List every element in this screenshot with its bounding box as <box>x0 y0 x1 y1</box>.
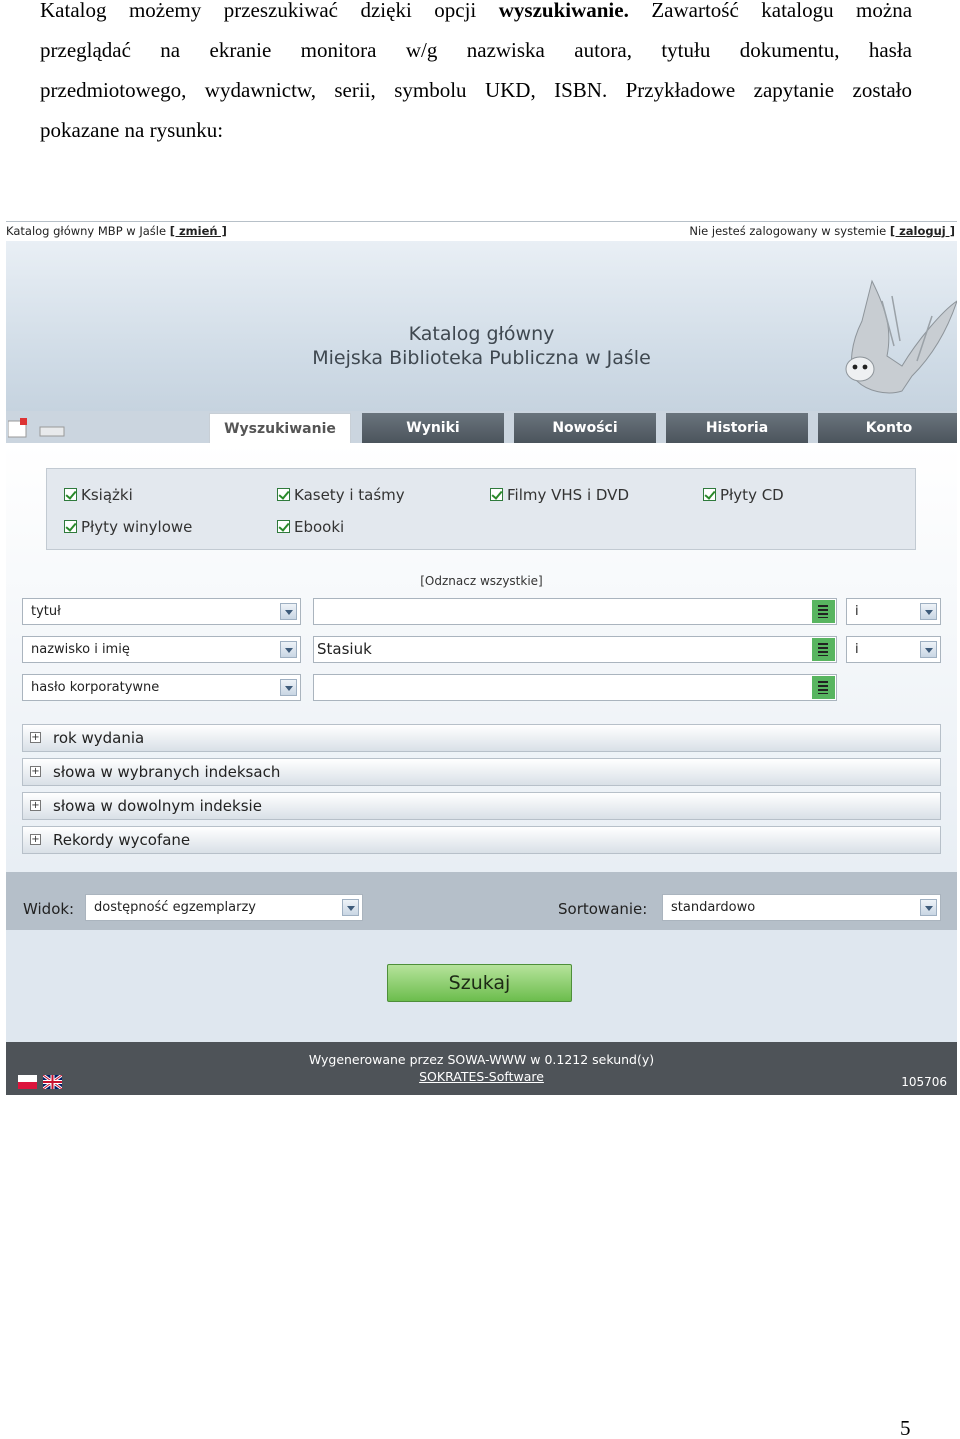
view-sort-bar: Widok: dostępność egzemplarzy Sortowanie… <box>6 872 957 930</box>
checkbox-filmy[interactable]: Filmy VHS i DVD <box>490 486 629 504</box>
field-select-1[interactable]: tytuł <box>22 598 301 625</box>
plus-icon: + <box>30 766 41 777</box>
tab-wyszukiwanie[interactable]: Wyszukiwanie <box>209 413 351 443</box>
document-types: Książki Kasety i taśmy Filmy VHS i DVD P… <box>46 468 916 550</box>
banner: Katalog główny Miejska Biblioteka Public… <box>6 241 957 411</box>
checkbox-ebooki[interactable]: Ebooki <box>277 518 344 536</box>
search-panel: Książki Kasety i taśmy Filmy VHS i DVD P… <box>6 443 957 873</box>
search-input-3[interactable] <box>313 674 837 701</box>
keyboard-icon <box>812 600 835 623</box>
bold-term: wyszukiwanie. <box>498 0 629 22</box>
change-link[interactable]: [ zmień ] <box>170 224 227 238</box>
chevron-down-icon <box>920 641 937 658</box>
login-status: Nie jesteś zalogowany w systemie [ zalog… <box>689 224 955 238</box>
login-link[interactable]: [ zaloguj ] <box>890 224 955 238</box>
chevron-down-icon <box>280 679 297 696</box>
checkbox-plyty-cd[interactable]: Płyty CD <box>703 486 784 504</box>
catalog-name: Katalog główny MBP w Jaśle [ zmień ] <box>6 224 227 238</box>
catalog-screenshot: Katalog główny MBP w Jaśle [ zmień ] Nie… <box>6 221 957 1095</box>
checkbox-icon <box>277 488 290 501</box>
chevron-down-icon <box>920 899 937 916</box>
plus-icon: + <box>30 732 41 743</box>
search-input-2[interactable]: Stasiuk <box>313 636 837 663</box>
toolbar-icons <box>8 418 65 438</box>
expander-rok-wydania[interactable]: + rok wydania <box>22 724 941 752</box>
page-number: 5 <box>900 1416 911 1439</box>
expander-slowa-dowolne[interactable]: + słowa w dowolnym indeksie <box>22 792 941 820</box>
chevron-down-icon <box>280 603 297 620</box>
checkbox-ksiazki[interactable]: Książki <box>64 486 133 504</box>
paragraph-line-2: przeglądać na ekranie monitora w/g nazwi… <box>40 38 912 62</box>
checkbox-plyty-winylowe[interactable]: Płyty winylowe <box>64 518 192 536</box>
tab-bar: Wyszukiwanie Wyniki Nowości Historia Kon… <box>6 411 957 443</box>
keyboard-icon <box>39 426 65 437</box>
top-bar: Katalog główny MBP w Jaśle [ zmień ] Nie… <box>6 221 957 241</box>
intro-paragraph: Katalog możemy przeszukiwać dzięki opcji… <box>40 0 912 150</box>
generated-info: Wygenerowane przez SOWA-WWW w 0.1212 sek… <box>308 1052 655 1067</box>
view-label: Widok: <box>23 900 75 918</box>
keyboard-icon <box>812 638 835 661</box>
banner-subtitle: Miejska Biblioteka Publiczna w Jaśle <box>312 347 651 369</box>
checkbox-icon <box>277 520 290 533</box>
view-select[interactable]: dostępność egzemplarzy <box>85 894 363 921</box>
checkbox-icon <box>64 520 77 533</box>
field-select-3[interactable]: hasło korporatywne <box>22 674 301 701</box>
operator-select-1[interactable]: i <box>846 598 941 625</box>
banner-title: Katalog główny <box>408 323 555 345</box>
search-input-1[interactable] <box>313 598 837 625</box>
footer: Wygenerowane przez SOWA-WWW w 0.1212 sek… <box>6 1042 957 1095</box>
operator-select-2[interactable]: i <box>846 636 941 663</box>
checkbox-icon <box>64 488 77 501</box>
sort-label: Sortowanie: <box>558 900 648 918</box>
tab-wyniki[interactable]: Wyniki <box>362 413 504 443</box>
uncheck-all-link[interactable]: [Odznacz wszystkie] <box>6 574 957 588</box>
tab-konto[interactable]: Konto <box>818 413 957 443</box>
software-link[interactable]: SOKRATES-Software <box>6 1069 957 1084</box>
expander-slowa-wybrane[interactable]: + słowa w wybranych indeksach <box>22 758 941 786</box>
checkbox-icon <box>490 488 503 501</box>
owl-logo-icon <box>845 279 957 394</box>
paragraph-line-3: przedmiotowego, wydawnictw, serii, symbo… <box>40 78 912 102</box>
expander-rekordy-wycofane[interactable]: + Rekordy wycofane <box>22 826 941 854</box>
search-button-area: Szukaj <box>6 930 957 1042</box>
tab-historia[interactable]: Historia <box>666 413 808 443</box>
plus-icon: + <box>30 834 41 845</box>
chevron-down-icon <box>920 603 937 620</box>
close-icon <box>20 418 27 425</box>
keyboard-icon <box>812 676 835 699</box>
plus-icon: + <box>30 800 41 811</box>
search-button[interactable]: Szukaj <box>387 964 572 1002</box>
checkbox-kasety[interactable]: Kasety i taśmy <box>277 486 405 504</box>
checkbox-icon <box>703 488 716 501</box>
tab-nowosci[interactable]: Nowości <box>514 413 656 443</box>
chevron-down-icon <box>342 899 359 916</box>
field-select-2[interactable]: nazwisko i imię <box>22 636 301 663</box>
paragraph-line-1: Katalog możemy przeszukiwać dzięki opcji… <box>40 0 912 22</box>
paragraph-line-4: pokazane na rysunku: <box>40 118 224 142</box>
visit-counter: 105706 <box>901 1075 947 1089</box>
chevron-down-icon <box>280 641 297 658</box>
sort-select[interactable]: standardowo <box>662 894 941 921</box>
